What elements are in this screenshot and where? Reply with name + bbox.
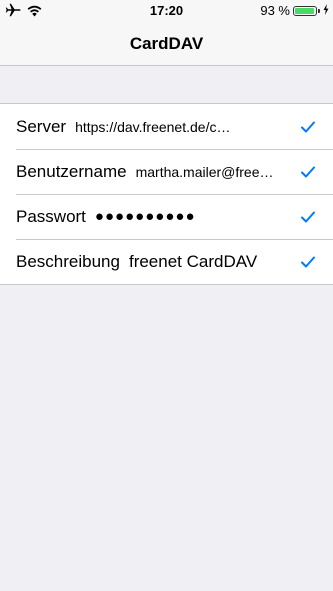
checkmark-icon (299, 118, 317, 136)
username-label: Benutzername (16, 161, 127, 181)
server-row[interactable]: Server https://dav.freenet.de/c… (0, 104, 333, 149)
battery-fill (295, 7, 314, 14)
status-bar: 17:20 93 % (0, 0, 333, 22)
password-row[interactable]: Passwort ●●●●●●●●●● (0, 194, 333, 239)
username-row[interactable]: Benutzername martha.mailer@free… (0, 149, 333, 194)
username-field[interactable]: martha.mailer@free… (136, 164, 291, 180)
nav-bar: CardDAV (0, 22, 333, 66)
battery-icon (293, 5, 320, 16)
server-field[interactable]: https://dav.freenet.de/c… (75, 119, 291, 135)
page-title: CardDAV (129, 34, 204, 53)
description-row[interactable]: Beschreibung freenet CardDAV (0, 239, 333, 284)
description-label: Beschreibung (16, 251, 120, 271)
carddav-form: Server https://dav.freenet.de/c… Benutze… (0, 103, 333, 285)
checkmark-icon (299, 163, 317, 181)
password-label: Passwort (16, 206, 86, 226)
password-field[interactable]: ●●●●●●●●●● (95, 208, 291, 225)
checkmark-icon (299, 208, 317, 226)
status-right: 93 % (260, 3, 329, 18)
description-field[interactable]: freenet CardDAV (129, 252, 291, 272)
charging-icon (323, 3, 329, 18)
battery-percent: 93 % (260, 3, 290, 18)
checkmark-icon (299, 253, 317, 271)
server-label: Server (16, 116, 67, 136)
